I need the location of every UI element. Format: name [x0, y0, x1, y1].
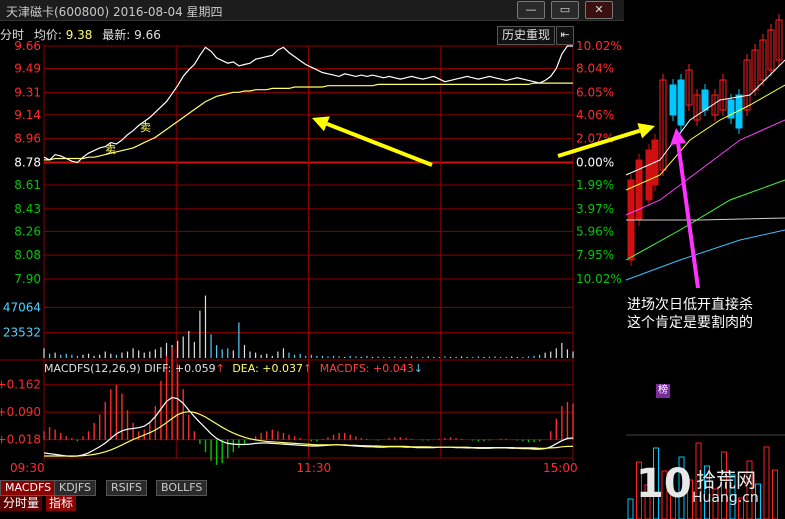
price-tick-label: 8.61 — [14, 178, 41, 192]
percent-tick-label: 5.96% — [576, 224, 614, 238]
macd-diff: DIFF: +0.059 — [144, 362, 216, 375]
time-tick-label: 15:00 — [543, 461, 578, 475]
volume-axis: 47064 23532 — [3, 300, 41, 339]
price-tick-label: 9.66 — [14, 39, 41, 53]
annotation-line-2: 这个肯定是要割肉的 — [627, 315, 753, 331]
volume-tick-label: 23532 — [3, 326, 41, 340]
percent-tick-label: 7.95% — [576, 248, 614, 262]
stock-terminal-window: 天津磁卡(600800) 2016-08-04 星期四 — ▭ ✕ 分时 均价:… — [0, 0, 785, 519]
percent-tick-label: 1.99% — [576, 178, 614, 192]
candle-body — [669, 84, 677, 116]
volume-tick-label: 47064 — [3, 300, 41, 314]
price-tick-label: 9.49 — [14, 62, 41, 76]
price-tick-label: 9.14 — [14, 108, 41, 122]
price-tick-label: 8.78 — [14, 156, 41, 170]
price-tick-label: 7.90 — [14, 272, 41, 286]
percent-tick-label: 10.02% — [576, 39, 622, 53]
percent-tick-label: 8.04% — [576, 62, 614, 76]
diff-up-arrow-icon: ↑ — [215, 362, 225, 375]
price-tick-label: 8.96 — [14, 132, 41, 146]
price-tick-label: 8.26 — [14, 224, 41, 238]
watermark-number: 10 — [636, 461, 692, 507]
right-kline-panel — [625, 0, 785, 519]
percent-tick-label: 6.05% — [576, 85, 614, 99]
tab-volume[interactable]: 分时量 — [0, 496, 43, 511]
percent-tick-label: 10.02% — [576, 272, 622, 286]
price-tick-label: 8.43 — [14, 202, 41, 216]
watermark-domain: Huang.cn — [692, 490, 759, 506]
sell-marker: 卖 — [140, 121, 151, 134]
tab-rsifs[interactable]: RSIFS — [106, 480, 147, 496]
tab-bollfs[interactable]: BOLLFS — [156, 480, 208, 496]
watermark-logo: 10 拾荒网 Huang.cn — [636, 462, 782, 514]
time-tick-label: 09:30 — [10, 461, 45, 475]
annotation-line-1: 进场次日低开直接杀 — [627, 297, 753, 313]
macd-axis: +0.162 +0.090 +0.018 — [0, 378, 41, 447]
macd-tick-label: +0.018 — [0, 433, 41, 447]
macdfs-down-arrow-icon: ↓ — [413, 362, 423, 375]
macd-tick-label: +0.162 — [0, 378, 41, 392]
price-tick-label: 8.08 — [14, 248, 41, 262]
tab-indicator[interactable]: 指标 — [46, 496, 77, 511]
candle-body — [701, 89, 709, 111]
macd-macdfs: MACDFS: +0.043 — [319, 362, 414, 375]
annotation-text: 进场次日低开直接杀 这个肯定是要割肉的 — [627, 296, 753, 332]
time-tick-label: 11:30 — [297, 461, 332, 475]
kline-panel-bg — [626, 0, 785, 519]
macd-dea: DEA: +0.037 — [232, 362, 303, 375]
macd-tick-label: +0.090 — [0, 405, 41, 419]
candle-body — [645, 149, 653, 201]
intraday-chart: 9.66 9.49 9.31 9.14 8.96 8.78 8.61 8.43 8.26 8.08… — [0, 0, 785, 519]
tab-macdfs[interactable]: MACDFS — [0, 480, 57, 496]
percent-tick-label: 3.97% — [576, 202, 614, 216]
percent-tick-label: 4.06% — [576, 108, 614, 122]
ranking-badge: 榜 — [656, 384, 670, 398]
macd-name: MACDFS(12,26,9) — [44, 362, 141, 375]
sell-marker: 卖 — [105, 143, 116, 156]
percent-axis-right: 10.02%8.04%6.05%4.06%2.07%0.00%1.99%3.97… — [576, 39, 622, 286]
macd-header: MACDFS(12,26,9) DIFF: +0.059↑ DEA: +0.03… — [44, 362, 423, 375]
percent-tick-label: 0.00% — [576, 156, 614, 170]
price-tick-label: 9.31 — [14, 85, 41, 99]
time-axis: 09:30 11:30 15:00 — [10, 461, 578, 475]
chart-grid — [0, 44, 574, 462]
candle-body — [677, 79, 685, 126]
watermark-cn: 拾荒网 — [696, 468, 756, 492]
dea-up-arrow-icon: ↑ — [303, 362, 313, 375]
price-axis-left: 9.66 9.49 9.31 9.14 8.96 8.78 8.61 8.43 8.26 8.08… — [14, 39, 41, 286]
yellow-arrow-left-shaft — [326, 121, 433, 167]
tab-kdjfs[interactable]: KDJFS — [54, 480, 97, 496]
